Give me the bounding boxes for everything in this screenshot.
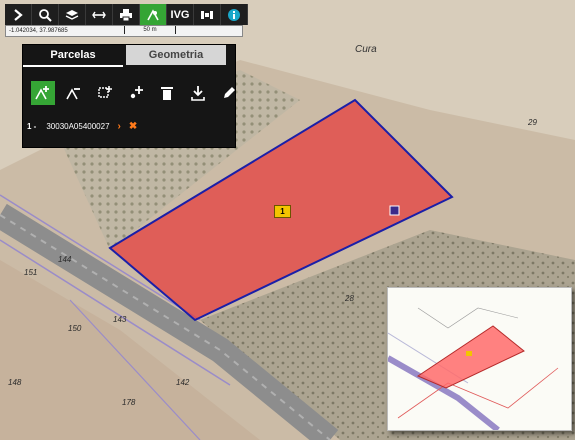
parcel-number: 28 xyxy=(345,294,354,303)
satellite-button[interactable] xyxy=(194,4,221,25)
print-button[interactable] xyxy=(113,4,140,25)
measure-icon xyxy=(92,11,106,18)
parcel-row: 1 - 30030A05400027 › ✖ xyxy=(27,121,137,132)
parcel-number: 144 xyxy=(58,255,72,264)
tab-geometria[interactable]: Geometria xyxy=(126,45,226,65)
parcel-row-index: 1 - xyxy=(27,122,37,131)
parcel-reference[interactable]: 30030A05400027 xyxy=(46,122,109,131)
layers-icon xyxy=(65,9,79,20)
layers-button[interactable] xyxy=(59,4,86,25)
add-point-button[interactable] xyxy=(124,81,148,105)
go-to-parcel-icon[interactable]: › xyxy=(118,121,121,132)
parcel-number: 142 xyxy=(176,378,190,387)
chevron-right-icon xyxy=(14,8,23,21)
parcel-point-icon[interactable] xyxy=(389,205,400,216)
parcel-number: 29 xyxy=(528,118,537,127)
parcel-number: 151 xyxy=(24,268,38,277)
download-button[interactable] xyxy=(186,81,210,105)
map-toolbar: IVG xyxy=(5,4,248,25)
parcel-number: 148 xyxy=(8,378,22,387)
panel-tabs: Parcelas Geometria xyxy=(23,45,235,67)
add-parcel-icon xyxy=(35,86,49,100)
delete-icon xyxy=(161,87,173,100)
inset-canvas xyxy=(388,288,571,430)
place-label: Cura xyxy=(355,44,377,55)
parcel-number: 150 xyxy=(68,324,82,333)
edit-icon xyxy=(224,87,235,98)
select-area-icon xyxy=(98,86,112,98)
select-area-button[interactable] xyxy=(93,81,117,105)
measure-button[interactable] xyxy=(86,4,113,25)
remove-parcel-row-icon[interactable]: ✖ xyxy=(129,121,137,132)
delete-button[interactable] xyxy=(155,81,179,105)
inset-parcel-marker xyxy=(466,351,472,356)
coordinates-readout: -1.042034, 37.987685 xyxy=(9,28,68,34)
remove-parcel-button[interactable] xyxy=(62,81,86,105)
scale-bar: 50 m xyxy=(124,26,176,34)
parcel-number: 143 xyxy=(113,315,127,324)
ivg-button[interactable]: IVG xyxy=(167,4,194,25)
tab-parcelas[interactable]: Parcelas xyxy=(23,45,123,67)
parcel-number: 178 xyxy=(122,398,136,407)
add-parcel-button[interactable] xyxy=(31,81,55,105)
satellite-icon xyxy=(201,10,213,19)
printer-icon xyxy=(120,8,132,21)
info-button[interactable] xyxy=(221,4,248,25)
search-icon xyxy=(39,8,52,22)
parcel-tool-button[interactable] xyxy=(140,4,167,25)
add-point-icon xyxy=(130,86,143,99)
search-button[interactable] xyxy=(32,4,59,25)
panel-toolbar xyxy=(31,81,241,105)
cadastral-inset-map[interactable] xyxy=(387,287,572,431)
parcel-marker[interactable]: 1 xyxy=(274,205,291,218)
parcels-panel: Parcelas Geometria 1 - 30030A05400027 › … xyxy=(22,44,236,148)
download-icon xyxy=(191,86,205,101)
coordinate-bar: -1.042034, 37.987685 50 m xyxy=(5,25,243,37)
parcel-icon xyxy=(147,8,159,20)
expand-button[interactable] xyxy=(5,4,32,25)
remove-parcel-icon xyxy=(66,88,80,100)
info-icon xyxy=(228,8,240,21)
edit-button[interactable] xyxy=(217,81,241,105)
